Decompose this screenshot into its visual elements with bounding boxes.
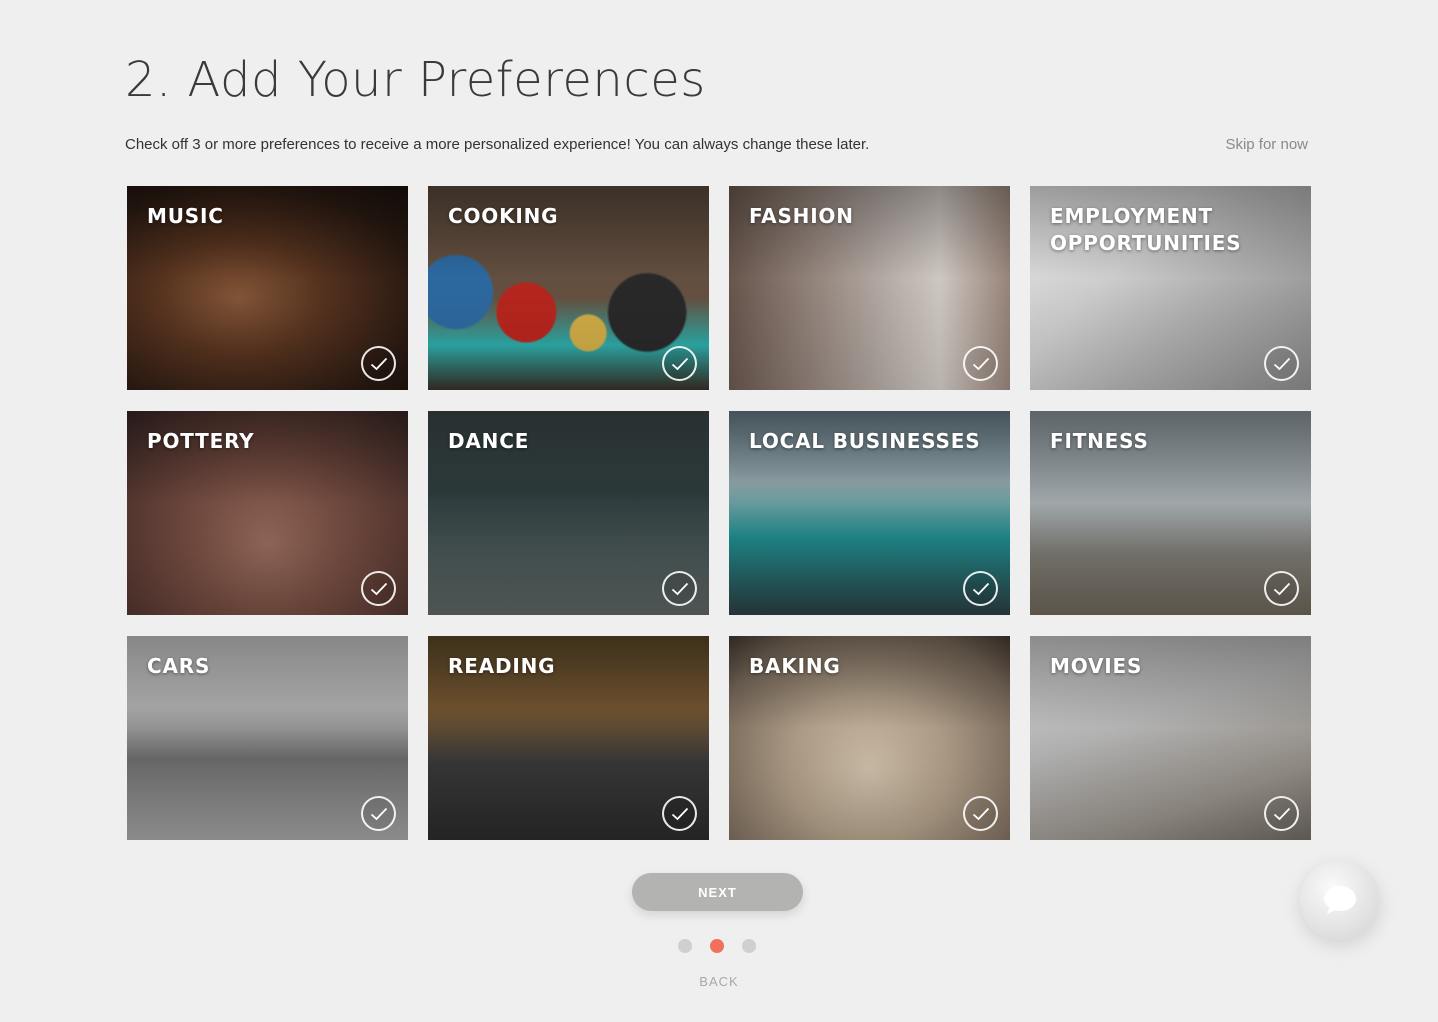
preference-card-local-businesses[interactable]: LOCAL BUSINESSES [729, 411, 1010, 615]
check-circle-icon[interactable] [361, 571, 396, 606]
preference-label: READING [448, 654, 556, 678]
preference-label: COOKING [448, 204, 559, 228]
check-circle-icon[interactable] [1264, 571, 1299, 606]
check-circle-icon[interactable] [963, 571, 998, 606]
preference-label: EMPLOYMENT OPPORTUNITIES [1050, 204, 1242, 255]
next-button[interactable]: NEXT [632, 873, 803, 911]
preference-card-fitness[interactable]: FITNESS [1030, 411, 1311, 615]
preference-label: FASHION [749, 204, 854, 228]
preference-label: MOVIES [1050, 654, 1143, 678]
step-indicator [678, 939, 756, 953]
preferences-grid: MUSIC COOKING FASHION EMPLOYMENT OPPORTU… [127, 186, 1311, 840]
preference-card-employment[interactable]: EMPLOYMENT OPPORTUNITIES [1030, 186, 1311, 390]
preference-card-movies[interactable]: MOVIES [1030, 636, 1311, 840]
check-circle-icon[interactable] [361, 346, 396, 381]
preference-card-pottery[interactable]: POTTERY [127, 411, 408, 615]
check-circle-icon[interactable] [361, 796, 396, 831]
preference-card-baking[interactable]: BAKING [729, 636, 1010, 840]
preference-label: BAKING [749, 654, 841, 678]
chat-bubble-icon[interactable] [1300, 860, 1380, 940]
check-circle-icon[interactable] [662, 571, 697, 606]
preference-card-music[interactable]: MUSIC [127, 186, 408, 390]
check-circle-icon[interactable] [662, 346, 697, 381]
preference-label: POTTERY [147, 429, 255, 453]
preference-label: DANCE [448, 429, 530, 453]
back-link[interactable]: BACK [0, 974, 1438, 989]
preference-card-cars[interactable]: CARS [127, 636, 408, 840]
preference-label: LOCAL BUSINESSES [749, 429, 981, 453]
step-dot-3 [742, 939, 756, 953]
step-dot-2-active [710, 939, 724, 953]
preference-card-cooking[interactable]: COOKING [428, 186, 709, 390]
check-circle-icon[interactable] [1264, 796, 1299, 831]
check-circle-icon[interactable] [963, 346, 998, 381]
preference-label: CARS [147, 654, 211, 678]
back-label[interactable]: BACK [699, 974, 738, 989]
preference-card-fashion[interactable]: FASHION [729, 186, 1010, 390]
page-title: 2. Add Your Preferences [125, 52, 706, 108]
step-dot-1 [678, 939, 692, 953]
check-circle-icon[interactable] [1264, 346, 1299, 381]
preference-label: FITNESS [1050, 429, 1149, 453]
check-circle-icon[interactable] [662, 796, 697, 831]
page-subtitle: Check off 3 or more preferences to recei… [125, 136, 870, 153]
preference-card-reading[interactable]: READING [428, 636, 709, 840]
preference-label: MUSIC [147, 204, 224, 228]
preference-card-dance[interactable]: DANCE [428, 411, 709, 615]
skip-link[interactable]: Skip for now [1225, 136, 1308, 153]
check-circle-icon[interactable] [963, 796, 998, 831]
